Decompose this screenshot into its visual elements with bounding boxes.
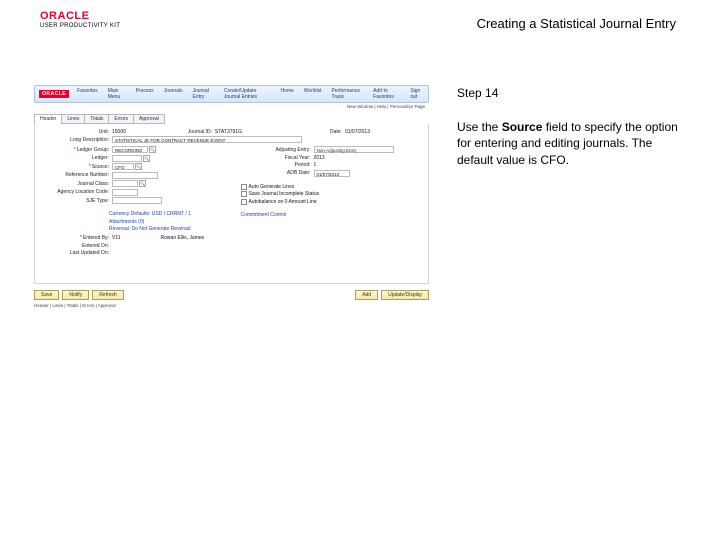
ledger-group-label: Ledger Group: [39, 147, 109, 153]
agency-label: Agency Location Code: [39, 189, 109, 195]
entered-by-name: Rowan Ellis, James [161, 235, 205, 241]
unit-value: 15000 [112, 129, 126, 135]
step-label: Step 14 [457, 85, 680, 101]
save-incomplete-label: Save Journal Incomplete Status [249, 191, 320, 197]
ref-input[interactable] [112, 172, 158, 179]
instruction-text: Use the Source field to specify the opti… [457, 119, 680, 168]
entered-on-label: Entered On: [39, 243, 109, 249]
attachments-link[interactable]: Attachments (0) [109, 219, 144, 225]
brand-logo: ORACLE USER PRODUCTIVITY KIT [40, 10, 120, 29]
agency-input[interactable] [112, 189, 138, 196]
nav-item[interactable]: Main Menu [108, 88, 126, 100]
brand-subtitle: USER PRODUCTIVITY KIT [40, 23, 120, 29]
jclass-label: Journal Class: [39, 181, 109, 187]
autogen-checkbox[interactable] [241, 184, 247, 190]
lookup-icon[interactable]: 🔍 [139, 180, 146, 187]
ledger-group-input[interactable]: RECORDING [112, 146, 148, 153]
sjetype-label: SJE Type: [39, 198, 109, 204]
instruction-pre: Use the [457, 120, 502, 134]
date-label: Date: [242, 129, 342, 135]
brand-name: ORACLE [40, 10, 120, 22]
source-input[interactable]: CFO [112, 163, 134, 170]
autobalance-label: Autobalance on 0 Amount Line [249, 199, 317, 205]
currency-defaults-link[interactable]: Currency Defaults: USD / CRRNT / 1 [109, 211, 191, 217]
adj-entry-label: Adjusting Entry: [241, 147, 311, 153]
save-incomplete-checkbox[interactable] [241, 191, 247, 197]
app-nav-right[interactable]: Home Worklist Performance Trace Add to F… [280, 88, 424, 100]
app-nav[interactable]: Favorites Main Menu Process Journals Jou… [77, 88, 272, 100]
nav-item[interactable]: Journals [164, 88, 183, 100]
nav-link[interactable]: Add to Favorites [373, 88, 400, 100]
nav-item[interactable]: Create/Update Journal Entries [224, 88, 273, 100]
add-button[interactable]: Add [355, 290, 378, 300]
bottom-tabs-note[interactable]: Header | Lines | Totals | Errors | Appro… [34, 303, 429, 308]
adj-entry-select[interactable]: Non-Adjusting Entry [314, 146, 394, 153]
update-button[interactable]: Update/Display [381, 290, 429, 300]
unit-label: Unit: [39, 129, 109, 135]
adb-label: ADB Date: [241, 170, 311, 176]
app-logo: ORACLE [39, 90, 69, 98]
nav-item[interactable]: Favorites [77, 88, 98, 100]
nav-link[interactable]: Sign out [410, 88, 424, 100]
ledger-input[interactable] [112, 155, 142, 162]
period-label: Period: [241, 162, 311, 168]
instruction-bold: Source [502, 120, 543, 134]
nav-item[interactable]: Process [136, 88, 154, 100]
form-area: Unit: 15000 Journal ID: STAT3791G Date: … [34, 124, 429, 284]
last-updated-label: Last Updated On: [39, 250, 109, 256]
lookup-icon[interactable]: 🔍 [149, 146, 156, 153]
instruction-pane: Step 14 Use the Source field to specify … [457, 85, 680, 345]
save-button[interactable]: Save [34, 290, 59, 300]
journal-id-value: STAT3791G [215, 129, 242, 135]
period-value: 1 [314, 162, 317, 168]
notify-button[interactable]: Notify [62, 290, 89, 300]
autogen-label: Auto Generate Lines [249, 184, 295, 190]
refresh-button[interactable]: Refresh [92, 290, 124, 300]
long-desc-input[interactable]: STATISTICAL JE FOR CONTRACT REVENUE EVEN… [112, 136, 302, 143]
lookup-icon[interactable]: 🔍 [143, 155, 150, 162]
tab-errors[interactable]: Errors [108, 114, 134, 124]
entered-by-value: V11 [112, 235, 121, 241]
app-screenshot: ORACLE Favorites Main Menu Process Journ… [34, 85, 429, 345]
commitment-control-link[interactable]: Commitment Control [241, 212, 287, 218]
nav-link[interactable]: Worklist [304, 88, 322, 100]
journal-id-label: Journal ID: [126, 129, 212, 135]
fy-label: Fiscal Year: [241, 155, 311, 161]
date-value: 01/07/2013 [345, 129, 370, 135]
sjetype-select[interactable] [112, 197, 162, 204]
ref-label: Reference Number: [39, 172, 109, 178]
lookup-icon[interactable]: 🔍 [135, 163, 142, 170]
autobalance-checkbox[interactable] [241, 199, 247, 205]
entered-by-label: Entered By: [39, 235, 109, 241]
app-topbar: ORACLE Favorites Main Menu Process Journ… [34, 85, 429, 103]
tab-strip: Header Lines Totals Errors Approval [34, 114, 429, 124]
ledger-label: Ledger: [39, 155, 109, 161]
adb-input[interactable]: 01/07/2013 [314, 170, 350, 177]
jclass-input[interactable] [112, 180, 138, 187]
tab-lines[interactable]: Lines [61, 114, 85, 124]
tab-totals[interactable]: Totals [84, 114, 109, 124]
fy-value: 2013 [314, 155, 325, 161]
long-desc-label: Long Description: [39, 137, 109, 143]
tab-approval[interactable]: Approval [133, 114, 165, 124]
source-label: Source: [39, 164, 109, 170]
doc-title: Creating a Statistical Journal Entry [120, 10, 680, 31]
nav-link[interactable]: Home [280, 88, 293, 100]
user-line[interactable]: New Window | Help | Personalize Page [34, 103, 429, 112]
nav-item[interactable]: Journal Entry [193, 88, 214, 100]
nav-link[interactable]: Performance Trace [331, 88, 363, 100]
tab-header[interactable]: Header [34, 114, 62, 124]
footer-buttons: Save Notify Refresh Add Update/Display [34, 290, 429, 300]
reversal-link[interactable]: Reversal: Do Not Generate Reversal [109, 226, 190, 232]
